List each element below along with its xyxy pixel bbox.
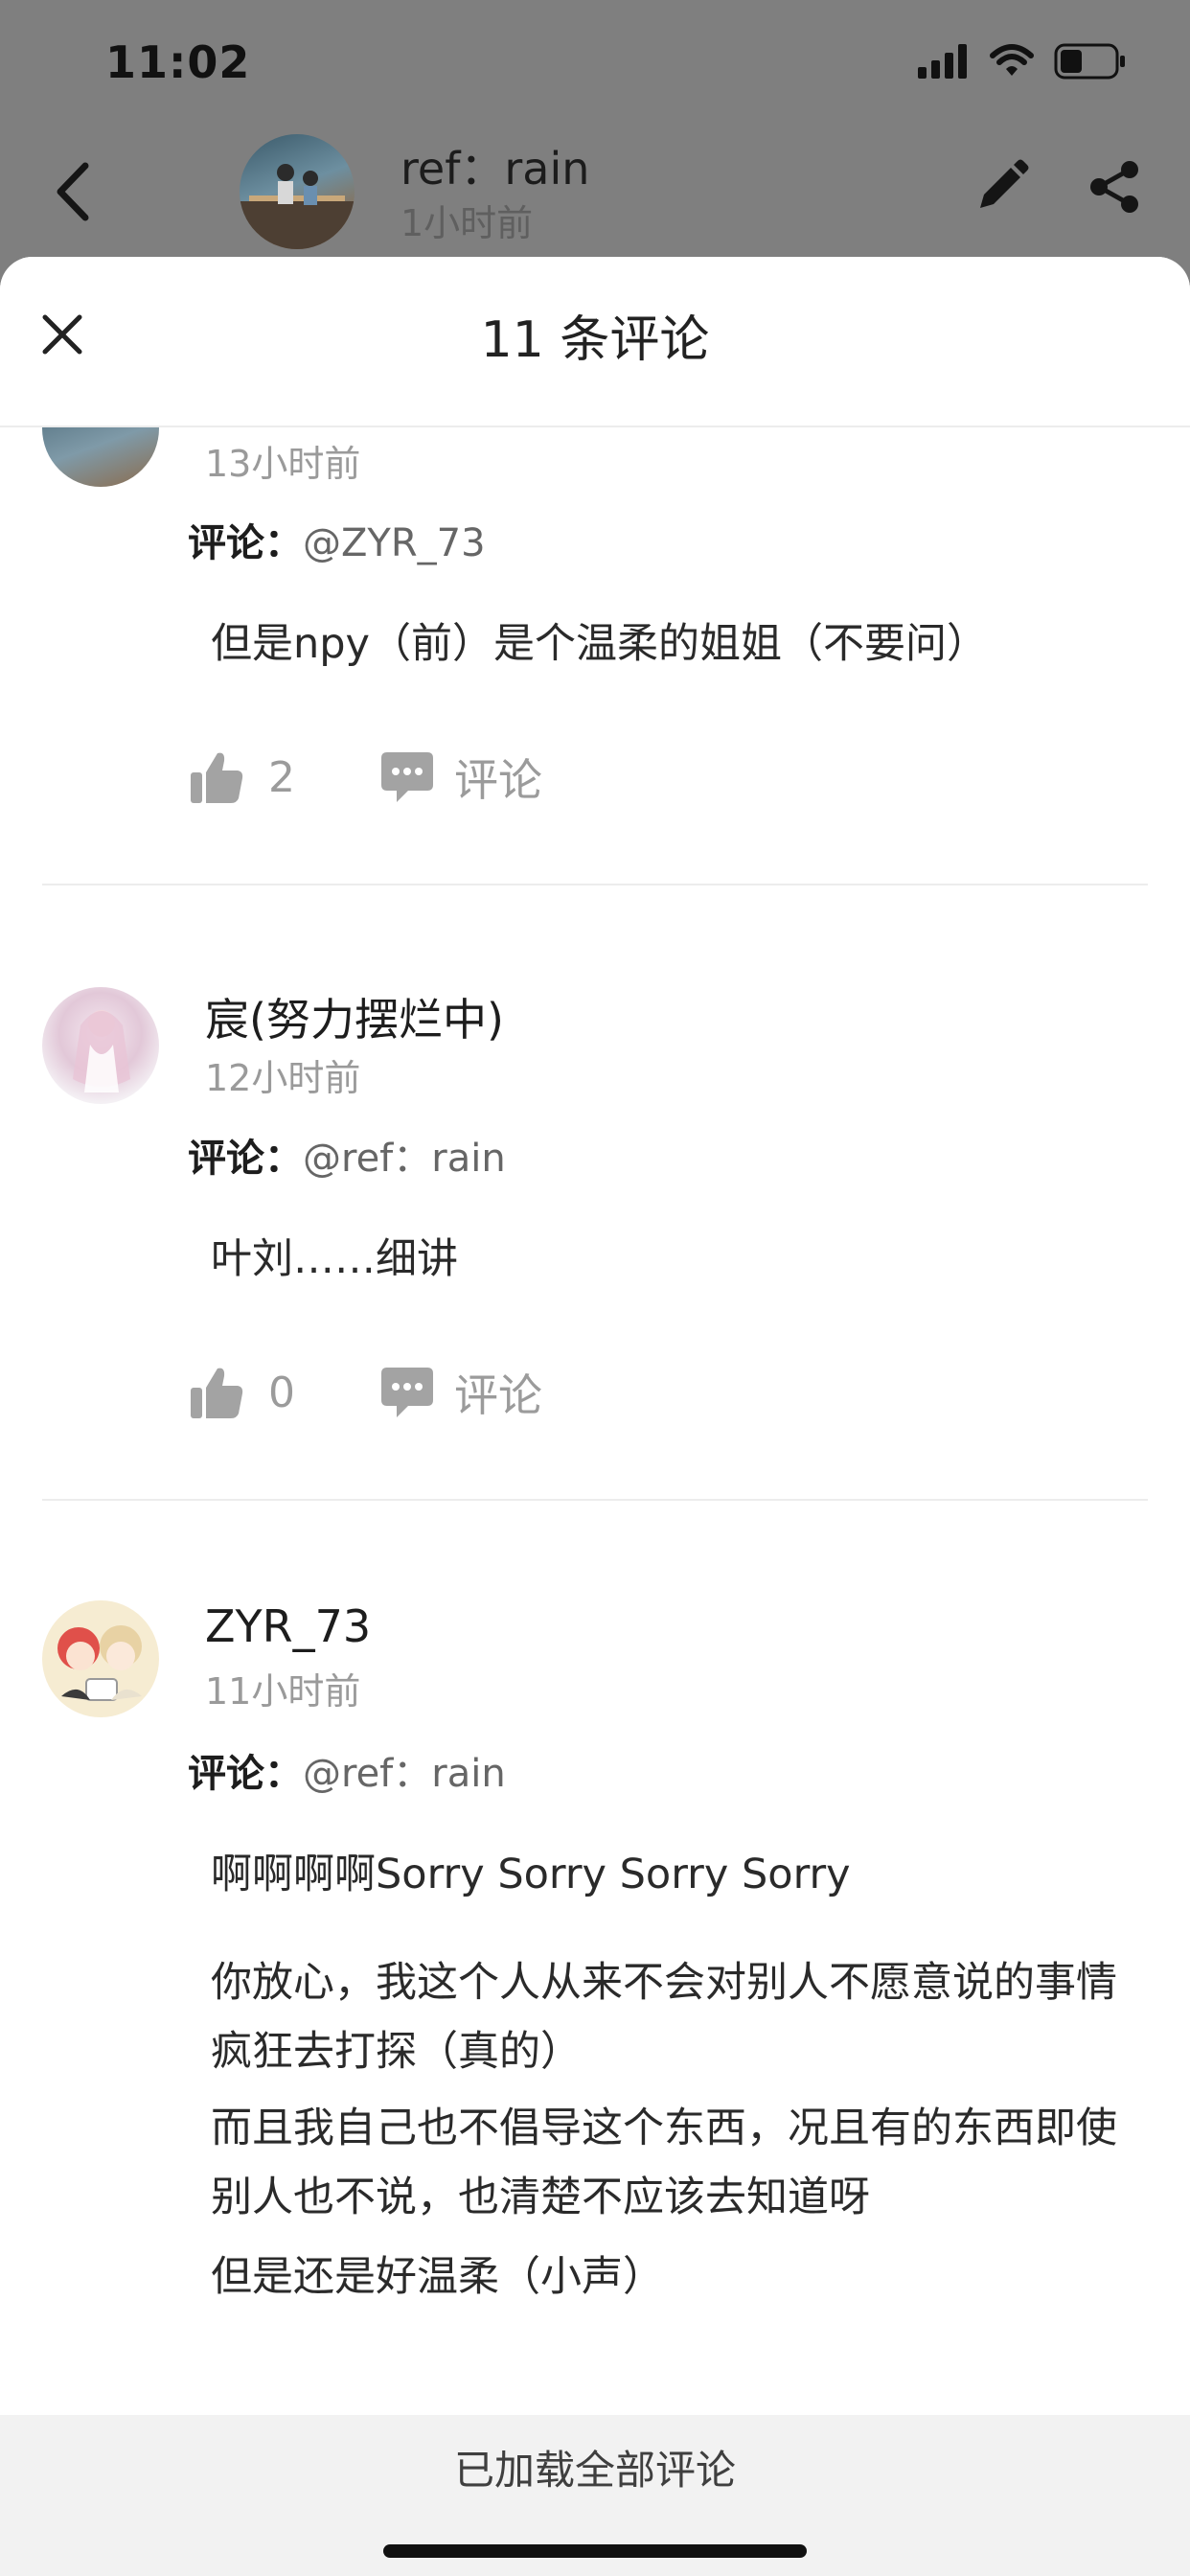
reply-target[interactable]: @ZYR_73	[303, 521, 486, 565]
like-count: 0	[268, 1368, 295, 1417]
comment-actions: 0 评论	[188, 1359, 542, 1426]
comment-time: 11小时前	[205, 1670, 361, 1713]
chat-bubble-icon	[378, 1363, 437, 1422]
comment-actions: 2 评论	[188, 744, 542, 811]
all-loaded-text: 已加载全部评论	[453, 2447, 736, 2494]
comment-text: 你放心，我这个人从来不会对别人不愿意说的事情疯狂去打探（真的）	[211, 1959, 1117, 2076]
comment-text: 但是npy（前）是个温柔的姐姐（不要问）	[211, 620, 988, 668]
author-avatar[interactable]	[240, 134, 355, 249]
reply-label-text: 评论	[454, 754, 542, 806]
status-bar: 11:02	[0, 0, 1190, 125]
screen: 11:02 ref：rain 1小时前 13小时前 评论：@ZYR_73 但是n…	[0, 0, 1190, 2576]
back-button[interactable]	[38, 153, 105, 230]
author-name[interactable]: ref：rain	[400, 134, 589, 197]
reply-target[interactable]: @ref：rain	[303, 1752, 506, 1796]
edit-button[interactable]	[968, 153, 1035, 220]
reply-button[interactable]: 评论	[378, 1361, 542, 1424]
reply-target-line: 评论：@ref：rain	[188, 1742, 506, 1798]
reply-label: 评论：	[188, 1137, 303, 1181]
reply-button[interactable]: 评论	[378, 746, 542, 809]
reply-target[interactable]: @ref：rain	[303, 1137, 506, 1181]
share-button[interactable]	[1081, 153, 1148, 220]
chat-bubble-icon	[378, 748, 437, 807]
comment-username[interactable]: ZYR_73	[205, 1600, 371, 1652]
sheet-header: 11 条评论	[0, 257, 1190, 427]
battery-icon	[1054, 43, 1127, 83]
comment-time: 13小时前	[205, 443, 361, 485]
comment-avatar[interactable]	[42, 987, 159, 1104]
comment-text: 啊啊啊啊Sorry Sorry Sorry Sorry	[211, 1851, 851, 1898]
comment-text: 而且我自己也不倡导这个东西，况且有的东西即使别人也不说，也清楚不应该去知道呀	[211, 2104, 1117, 2221]
comment-text: 叶刘……细讲	[211, 1235, 458, 1283]
divider	[42, 884, 1148, 886]
chevron-left-icon	[57, 162, 89, 221]
thumbs-up-icon	[191, 1368, 243, 1418]
cellular-signal-icon	[918, 44, 970, 82]
divider	[42, 1499, 1148, 1501]
comments-sheet: 13小时前 评论：@ZYR_73 但是npy（前）是个温柔的姐姐（不要问） 2	[0, 257, 1190, 2576]
reply-label: 评论：	[188, 521, 303, 565]
wifi-icon	[989, 44, 1035, 82]
comment-list[interactable]: 13小时前 评论：@ZYR_73 但是npy（前）是个温柔的姐姐（不要问） 2	[0, 257, 1190, 2413]
pencil-icon	[980, 159, 1029, 208]
reply-label-text: 评论	[454, 1369, 542, 1421]
reply-target-line: 评论：@ref：rain	[188, 1127, 506, 1183]
like-button[interactable]	[188, 748, 245, 806]
status-time: 11:02	[105, 36, 251, 88]
reply-label: 评论：	[188, 1752, 303, 1796]
sheet-title: 11 条评论	[480, 311, 710, 369]
reply-target-line: 评论：@ZYR_73	[188, 512, 486, 567]
home-indicator[interactable]	[383, 2544, 807, 2558]
thumbs-up-icon	[191, 752, 243, 803]
status-icons	[918, 42, 1127, 84]
comment-avatar[interactable]	[42, 1600, 159, 1717]
post-time: 1小时前	[400, 202, 534, 244]
comment-time: 12小时前	[205, 1057, 361, 1099]
share-icon	[1090, 161, 1138, 213]
like-button[interactable]	[188, 1364, 245, 1421]
comment-username[interactable]: 宸(努力摆烂中)	[205, 985, 504, 1048]
like-count: 2	[268, 752, 295, 802]
post-header: ref：rain 1小时前	[0, 125, 1190, 259]
comment-text: 但是还是好温柔（小声）	[211, 2253, 664, 2301]
